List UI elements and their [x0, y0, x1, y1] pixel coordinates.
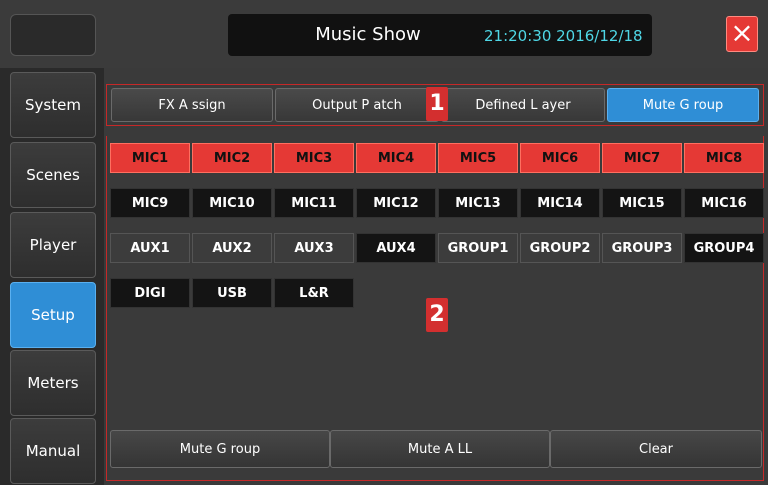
clock: 21:20:30 2016/12/18	[484, 27, 643, 45]
channel-button-mic11[interactable]: MIC11	[274, 188, 354, 218]
channel-button-group1[interactable]: GROUP1	[438, 233, 518, 263]
channel-button-mic9[interactable]: MIC9	[110, 188, 190, 218]
sidebar-item-meters[interactable]: Meters	[10, 350, 96, 416]
title-display: Music Show 21:20:30 2016/12/18	[228, 14, 652, 56]
close-button[interactable]: ×	[726, 16, 758, 52]
annotation-marker-1: 1	[426, 87, 448, 121]
tab-label: Output P atch	[312, 97, 402, 113]
button-label: Mute G roup	[179, 441, 261, 457]
channel-button-mic8[interactable]: MIC8	[684, 143, 764, 173]
channel-button-mic2[interactable]: MIC2	[192, 143, 272, 173]
close-icon: ×	[730, 16, 754, 49]
tab-fx-assign[interactable]: FX A ssign	[111, 88, 273, 122]
mute-all-button[interactable]: Mute A LL	[330, 430, 550, 468]
tab-label: Defined L ayer	[475, 97, 571, 113]
channel-button-aux1[interactable]: AUX1	[110, 233, 190, 263]
main-panel: FX A ssign Output P atch Defined L ayer …	[104, 68, 768, 485]
channel-button-mic1[interactable]: MIC1	[110, 143, 190, 173]
sidebar: System Scenes Player Setup Meters Manual	[0, 68, 104, 485]
tab-label: Mute G roup	[642, 97, 724, 113]
channel-button-mic4[interactable]: MIC4	[356, 143, 436, 173]
channel-button-mic16[interactable]: MIC16	[684, 188, 764, 218]
channel-button-mic6[interactable]: MIC6	[520, 143, 600, 173]
top-bar: Music Show 21:20:30 2016/12/18 ×	[0, 0, 768, 68]
sidebar-item-manual[interactable]: Manual	[10, 418, 96, 484]
channel-button-mic7[interactable]: MIC7	[602, 143, 682, 173]
channel-button-mic10[interactable]: MIC10	[192, 188, 272, 218]
sidebar-item-setup[interactable]: Setup	[10, 282, 96, 348]
mute-group-button[interactable]: Mute G roup	[110, 430, 330, 468]
tab-output-patch[interactable]: Output P atch	[275, 88, 439, 122]
channel-button-digi[interactable]: DIGI	[110, 278, 190, 308]
channel-button-mic13[interactable]: MIC13	[438, 188, 518, 218]
sidebar-item-label: Meters	[27, 374, 79, 392]
annotation-marker-2: 2	[426, 298, 448, 332]
tab-defined-layer[interactable]: Defined L ayer	[441, 88, 605, 122]
channel-button-mic3[interactable]: MIC3	[274, 143, 354, 173]
channel-button-lr[interactable]: L&R	[274, 278, 354, 308]
sidebar-item-scenes[interactable]: Scenes	[10, 142, 96, 208]
channel-button-aux2[interactable]: AUX2	[192, 233, 272, 263]
channel-button-group4[interactable]: GROUP4	[684, 233, 764, 263]
window-title: Music Show	[315, 24, 421, 45]
tab-mute-group[interactable]: Mute G roup	[607, 88, 759, 122]
channel-button-mic15[interactable]: MIC15	[602, 188, 682, 218]
channel-button-mic5[interactable]: MIC5	[438, 143, 518, 173]
channel-button-group2[interactable]: GROUP2	[520, 233, 600, 263]
sidebar-item-label: Scenes	[26, 166, 80, 184]
channel-button-mic14[interactable]: MIC14	[520, 188, 600, 218]
clear-button[interactable]: Clear	[550, 430, 762, 468]
sidebar-item-label: Setup	[31, 306, 75, 324]
top-left-button[interactable]	[10, 14, 96, 56]
sidebar-item-label: System	[25, 96, 81, 114]
sidebar-item-system[interactable]: System	[10, 72, 96, 138]
channel-button-usb[interactable]: USB	[192, 278, 272, 308]
sidebar-item-label: Manual	[25, 442, 81, 460]
channel-button-aux4[interactable]: AUX4	[356, 233, 436, 263]
button-label: Clear	[639, 441, 673, 457]
sidebar-item-label: Player	[29, 236, 77, 254]
channel-button-mic12[interactable]: MIC12	[356, 188, 436, 218]
tab-label: FX A ssign	[158, 97, 226, 113]
channel-button-group3[interactable]: GROUP3	[602, 233, 682, 263]
button-label: Mute A LL	[407, 441, 473, 457]
sidebar-item-player[interactable]: Player	[10, 212, 96, 278]
channel-button-aux3[interactable]: AUX3	[274, 233, 354, 263]
